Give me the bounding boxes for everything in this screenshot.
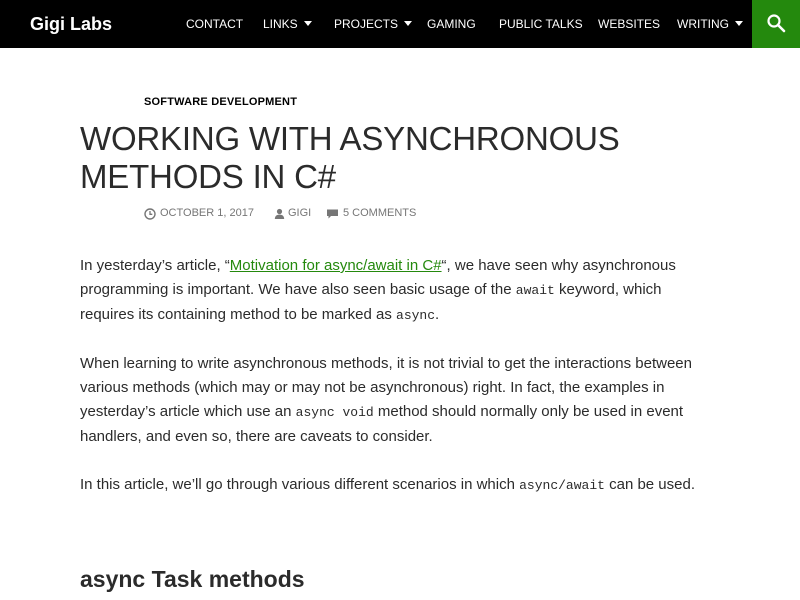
inline-code: await <box>515 283 555 298</box>
post-author: GIGI <box>288 207 312 219</box>
nav-item-label: PROJECTS <box>334 17 399 31</box>
nav-item-websites[interactable]: WEBSITES <box>598 0 660 48</box>
entry-content: In yesterday’s article, “Motivation for … <box>80 254 710 522</box>
chevron-down-icon <box>735 21 743 27</box>
nav-item-label: GAMING <box>427 17 476 31</box>
nav-item-projects[interactable]: PROJECTS <box>334 0 413 48</box>
site-title-link[interactable]: Gigi Labs <box>30 0 112 48</box>
search-toggle-button[interactable] <box>752 0 800 48</box>
category-link[interactable]: SOFTWARE DEVELOPMENT <box>144 96 297 108</box>
paragraph-text: . <box>435 306 440 323</box>
site-header: Gigi Labs CONTACT LINKS PROJECTS GAMING … <box>0 0 800 48</box>
post-date: OCTOBER 1, 2017 <box>160 207 254 219</box>
search-icon <box>767 14 786 33</box>
inline-code: async/await <box>519 478 605 493</box>
section-heading: async Task methods <box>80 566 305 592</box>
comments-count: 5 COMMENTS <box>343 207 417 219</box>
article-link[interactable]: Motivation for async/await in C# <box>230 257 442 274</box>
clock-icon <box>144 208 156 220</box>
chevron-down-icon <box>303 21 312 27</box>
inline-code: async void <box>295 405 374 420</box>
paragraph-text: In yesterday’s article, “ <box>80 257 230 274</box>
paragraph-text: In this article, we’ll go through variou… <box>80 476 520 493</box>
author-link[interactable]: GIGI <box>274 205 311 221</box>
paragraph: In yesterday’s article, “Motivation for … <box>80 254 710 328</box>
nav-item-writing[interactable]: WRITING <box>677 0 743 48</box>
nav-item-gaming[interactable]: GAMING <box>427 0 476 48</box>
chevron-down-icon <box>404 21 413 27</box>
page-title: WORKING WITH ASYNCHRONOUS METHODS IN C# <box>80 120 620 195</box>
paragraph: In this article, we’ll go through variou… <box>80 473 710 498</box>
comment-icon <box>327 209 338 219</box>
inline-code: async <box>396 308 436 323</box>
nav-item-contact[interactable]: CONTACT <box>186 0 243 48</box>
nav-item-links[interactable]: LINKS <box>263 0 312 48</box>
nav-item-label: WRITING <box>677 17 729 31</box>
post-date-link[interactable]: OCTOBER 1, 2017 <box>144 205 254 221</box>
comments-link[interactable]: 5 COMMENTS <box>326 205 416 221</box>
paragraph: When learning to write asynchronous meth… <box>80 352 710 449</box>
paragraph-text: can be used. <box>604 476 696 493</box>
nav-item-public-talks[interactable]: PUBLIC TALKS <box>499 0 583 48</box>
nav-item-label: LINKS <box>263 17 298 31</box>
nav-item-label: CONTACT <box>186 17 244 31</box>
nav-item-label: WEBSITES <box>598 17 661 31</box>
user-icon <box>274 208 285 219</box>
nav-item-label: PUBLIC TALKS <box>499 17 583 31</box>
